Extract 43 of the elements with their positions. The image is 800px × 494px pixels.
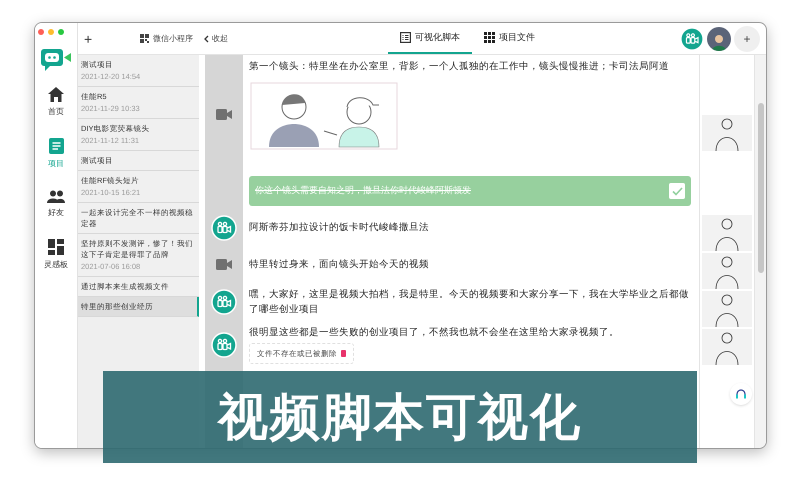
home-icon bbox=[48, 87, 64, 102]
banner-title: 视频脚本可视化 bbox=[218, 388, 582, 446]
script-line: 很明显这些都是一些失败的创业项目了，不然我也就不会坐在这里给大家录视频了。 bbox=[249, 326, 620, 340]
characters-icon bbox=[211, 332, 237, 358]
characters-icon bbox=[211, 214, 237, 240]
app-logo-icon bbox=[41, 49, 71, 73]
note-text: 你这个镜头需要自知之明，撒旦法你时代峻峰阿斯顿发 bbox=[255, 184, 471, 198]
mini-program-button[interactable]: 微信小程序 bbox=[140, 32, 193, 44]
checkbox[interactable] bbox=[669, 183, 685, 199]
person-silhouette-icon bbox=[711, 32, 727, 50]
nav-item[interactable]: 好友 bbox=[47, 190, 65, 219]
script-line: 第一个镜头：特里坐在办公室里，背影，一个人孤独的在工作中，镜头慢慢推进；卡司法局阿道 bbox=[249, 60, 670, 74]
script-line: 阿斯蒂芬加拉设计的饭卡时代峻峰撒旦法 bbox=[249, 221, 430, 235]
tab[interactable]: 项目文件 bbox=[472, 23, 547, 54]
characters-icon bbox=[680, 26, 704, 50]
dashboard-icon bbox=[48, 239, 64, 255]
chevron-left-icon bbox=[204, 34, 209, 42]
video-camera-icon bbox=[216, 259, 232, 270]
list-icon bbox=[400, 32, 411, 43]
grid-icon bbox=[484, 32, 495, 43]
characters-icon bbox=[211, 289, 237, 315]
people-icon bbox=[47, 190, 65, 203]
scrollbar-thumb[interactable] bbox=[758, 103, 764, 273]
nav-item[interactable]: 灵感板 bbox=[44, 239, 68, 271]
script-line: 嘿，大家好，这里是视频大拍档，我是特里。今天的视频要和大家分享一下，我在大学毕业之后都做了哪些创业项目 bbox=[249, 288, 690, 317]
person-sketch-drawing bbox=[702, 329, 752, 365]
person-sketch-drawing bbox=[702, 115, 752, 151]
script-line: 特里转过身来，面向镜头开始今天的视频 bbox=[249, 258, 430, 272]
trash-icon[interactable] bbox=[341, 350, 346, 358]
qr-code-icon bbox=[140, 34, 149, 43]
support-button[interactable] bbox=[730, 383, 752, 405]
add-member-button[interactable]: + bbox=[734, 26, 760, 52]
add-project-button[interactable]: + bbox=[84, 32, 92, 46]
check-icon bbox=[672, 186, 682, 196]
headset-icon bbox=[735, 388, 747, 400]
person-sketch-drawing bbox=[702, 253, 752, 289]
collapse-button[interactable]: 收起 bbox=[204, 32, 228, 44]
user-avatar[interactable] bbox=[707, 26, 731, 50]
person-sketch-drawing bbox=[702, 215, 752, 251]
document-icon bbox=[48, 138, 64, 154]
person-sketch-drawing bbox=[702, 291, 752, 327]
video-camera-icon bbox=[216, 108, 232, 120]
nav-item[interactable]: 首页 bbox=[48, 87, 64, 118]
